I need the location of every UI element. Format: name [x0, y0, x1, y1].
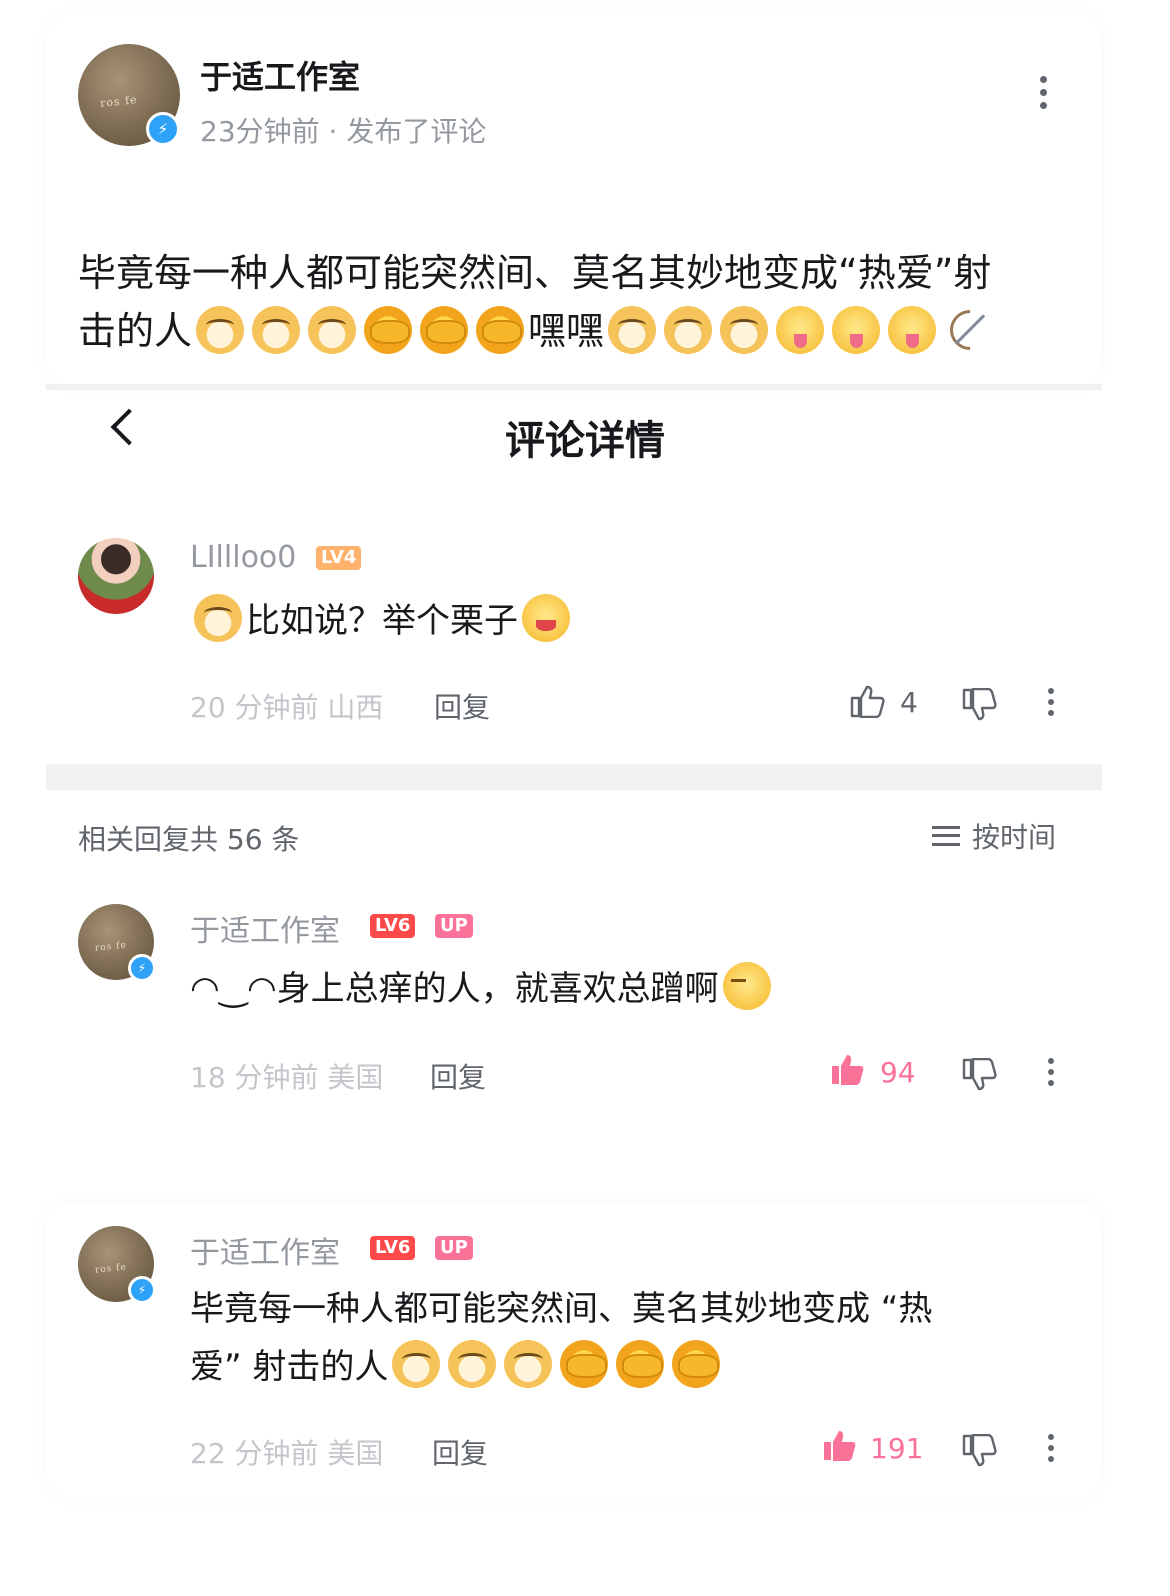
reply-button[interactable]: 回复 — [434, 686, 490, 726]
post-time: 23分钟前 · 发布了评论 — [200, 115, 487, 148]
commenter-avatar[interactable] — [78, 538, 154, 614]
thumbs-up-filled-icon[interactable] — [830, 1052, 866, 1086]
reply-button[interactable]: 回复 — [432, 1432, 488, 1472]
laughing-emoji-icon — [522, 594, 570, 642]
thumbs-down-icon[interactable] — [962, 1434, 998, 1468]
sort-toggle[interactable]: 按时间 — [932, 816, 1056, 856]
tongue-emoji-icon — [832, 306, 881, 354]
like-count: 191 — [870, 1432, 924, 1465]
cover-face-emoji-icon — [672, 1340, 721, 1388]
comment-text: 比如说？举个栗子 — [190, 592, 574, 650]
bow-arrow-emoji-icon — [944, 306, 992, 354]
up-badge: UP — [435, 914, 473, 938]
level-badge: LV4 — [316, 546, 362, 570]
thumbs-up-filled-icon[interactable] — [822, 1428, 858, 1462]
cover-face-emoji-icon — [420, 306, 469, 354]
verified-icon: ⚡ — [128, 1276, 156, 1304]
dog-emoji-icon — [448, 1340, 497, 1388]
dog-emoji-icon — [608, 306, 657, 354]
reply-author-name[interactable]: 于适工作室 — [190, 1228, 340, 1272]
more-options-icon[interactable] — [1048, 1058, 1054, 1086]
level-badge: LV6 — [370, 1236, 416, 1260]
divider — [46, 384, 1102, 390]
author-avatar[interactable]: ros fe ⚡ — [78, 44, 180, 146]
post-author-name[interactable]: 于适工作室 — [200, 52, 360, 98]
sort-icon — [932, 826, 960, 846]
reply-author-name[interactable]: 于适工作室 — [190, 906, 340, 950]
more-options-icon[interactable] — [1048, 688, 1054, 716]
section-divider — [46, 764, 1102, 790]
dog-emoji-icon — [504, 1340, 553, 1388]
comment-time-location: 20 分钟前 山西 — [190, 691, 384, 724]
dog-emoji-icon — [392, 1340, 441, 1388]
cover-face-emoji-icon — [364, 306, 413, 354]
reply-button[interactable]: 回复 — [430, 1056, 486, 1096]
reply-text: ◠‿◠身上总痒的人，就喜欢总蹭啊 — [190, 960, 775, 1018]
thumbs-down-icon[interactable] — [962, 688, 998, 722]
tongue-emoji-icon — [776, 306, 825, 354]
thumbs-up-icon[interactable] — [850, 684, 886, 718]
cover-face-emoji-icon — [560, 1340, 609, 1388]
cover-face-emoji-icon — [476, 306, 525, 354]
tongue-emoji-icon — [888, 306, 937, 354]
thumbs-down-icon[interactable] — [962, 1058, 998, 1092]
dog-emoji-icon — [664, 306, 713, 354]
level-badge: LV6 — [370, 914, 416, 938]
verified-icon: ⚡ — [146, 112, 180, 146]
more-options-icon[interactable] — [1040, 76, 1047, 109]
like-count: 94 — [880, 1056, 916, 1089]
reply-avatar[interactable]: ros fe ⚡ — [78, 904, 156, 982]
up-badge: UP — [435, 1236, 473, 1260]
post-text: 毕竟每一种人都可能突然间、莫名其妙地变成“热爱”射 击的人 嘿嘿 — [78, 251, 992, 354]
replies-count: 相关回复共 56 条 — [78, 823, 300, 856]
reply-avatar[interactable]: ros fe ⚡ — [78, 1226, 156, 1304]
dog-emoji-icon — [196, 306, 245, 354]
reply-time-location: 22 分钟前 美国 — [190, 1437, 384, 1470]
dog-emoji-icon — [308, 306, 357, 354]
more-options-icon[interactable] — [1048, 1434, 1054, 1462]
verified-icon: ⚡ — [128, 954, 156, 982]
dog-emoji-icon — [720, 306, 769, 354]
dog-emoji-icon — [252, 306, 301, 354]
dog-emoji-icon — [194, 594, 242, 642]
smirk-emoji-icon — [722, 962, 771, 1010]
like-count: 4 — [900, 686, 918, 719]
reply-text: 毕竟每一种人都可能突然间、莫名其妙地变成 “热 爱” 射击的人 — [190, 1289, 933, 1388]
cover-face-emoji-icon — [616, 1340, 665, 1388]
page-title: 评论详情 — [505, 418, 665, 464]
reply-time-location: 18 分钟前 美国 — [190, 1061, 384, 1094]
commenter-name[interactable]: LIllloo0 — [190, 540, 296, 575]
